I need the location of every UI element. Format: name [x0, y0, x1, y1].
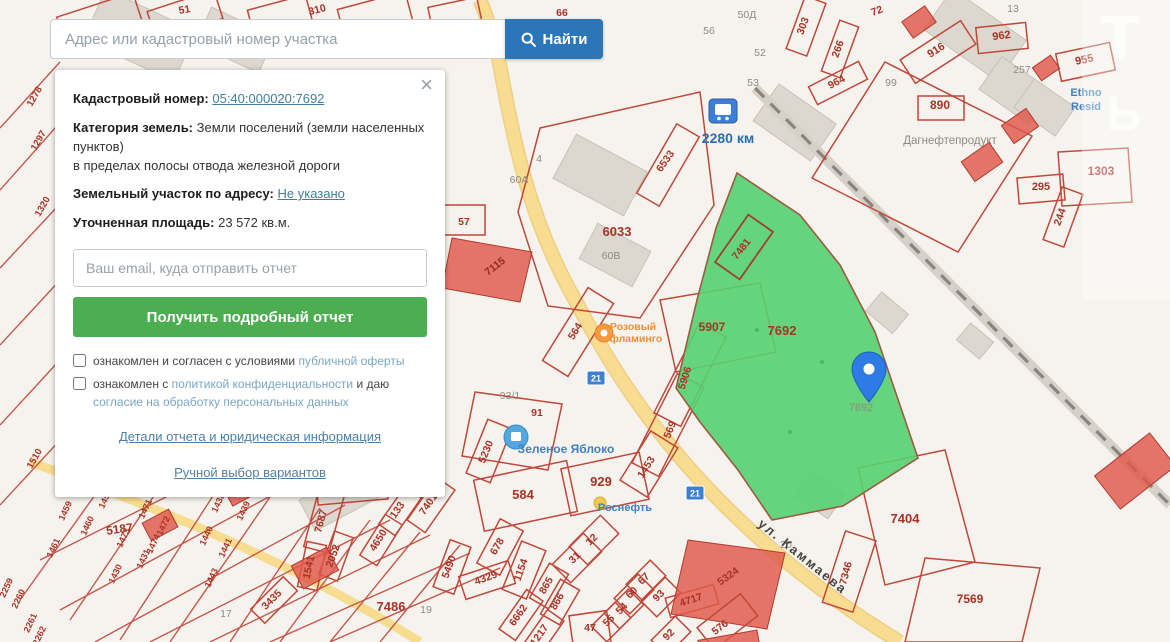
watermark: Т Ь — [1082, 0, 1170, 300]
route-shield-icon: 21 — [587, 371, 605, 385]
checkbox-inline-link[interactable]: политикой конфиденциальности — [172, 377, 353, 391]
address-label: Земельный участок по адресу: — [73, 186, 274, 201]
map-label-60А: 60А — [510, 174, 529, 186]
svg-text:21: 21 — [591, 374, 601, 384]
map-label-7692: 7692 — [768, 323, 797, 338]
map-label-фламинго: фламинго — [610, 333, 663, 345]
map-label-93/1: 93/1 — [500, 390, 521, 402]
offer-checkbox[interactable] — [73, 354, 86, 367]
map-label-7486: 7486 — [377, 599, 406, 614]
map-label-584: 584 — [512, 487, 534, 502]
checkbox-text: ознакомлен и согласен с условиями — [93, 354, 298, 368]
map-label-66: 66 — [556, 7, 568, 19]
map-label-47: 47 — [584, 622, 596, 634]
email-input[interactable] — [73, 249, 427, 287]
area-label: Уточненная площадь: — [73, 215, 214, 230]
map-label-91: 91 — [531, 407, 543, 419]
search-button-label: Найти — [543, 31, 588, 48]
offer-checkbox-row: ознакомлен и согласен с условиями публич… — [73, 352, 427, 370]
map-label-295: 295 — [1032, 181, 1050, 193]
map-label-890: 890 — [930, 98, 950, 112]
report-details-link[interactable]: Детали отчета и юридическая информация — [119, 429, 381, 444]
checkbox-text: ознакомлен с — [93, 377, 172, 391]
map-label-Дагнефтепродукт: Дагнефтепродукт — [903, 135, 997, 147]
search-button[interactable]: Найти — [505, 19, 603, 59]
report-details-row: Детали отчета и юридическая информация — [73, 428, 427, 447]
privacy-checkbox-row: ознакомлен с политикой конфиденциальност… — [73, 375, 427, 411]
area-row: Уточненная площадь: 23 572 кв.м. — [73, 214, 427, 233]
land-category-extra: в пределах полосы отвода железной дороги — [73, 158, 340, 173]
cadastral-number-label: Кадастровый номер: — [73, 91, 209, 106]
offer-checkbox-label: ознакомлен и согласен с условиями публич… — [93, 352, 404, 370]
svg-text:Т: Т — [1100, 2, 1139, 74]
svg-text:Ь: Ь — [1107, 88, 1142, 141]
map-label-19: 19 — [420, 604, 432, 616]
map-label-17: 17 — [220, 608, 232, 620]
route-shield-icon: 21 — [686, 486, 704, 500]
map-label-7692: 7692 — [849, 402, 873, 414]
address-row: Земельный участок по адресу: Не указано — [73, 185, 427, 204]
land-category-row: Категория земель: Земли поселений (земли… — [73, 119, 427, 176]
privacy-checkbox[interactable] — [73, 377, 86, 390]
manual-select-row: Ручной выбор вариантов — [73, 464, 427, 483]
railway-icon — [709, 99, 737, 123]
checkbox-text: и даю — [353, 377, 389, 391]
cadastral-number-row: Кадастровый номер: 05:40:000020:7692 — [73, 90, 427, 109]
map-label-52: 52 — [754, 47, 766, 59]
close-icon[interactable]: × — [420, 74, 433, 96]
map-label-6033: 6033 — [603, 224, 632, 239]
map-label-50Д: 50Д — [738, 9, 757, 21]
map-label-Зеленое Яблоко: Зеленое Яблоко — [518, 442, 615, 456]
cadastral-number-link[interactable]: 05:40:000020:7692 — [212, 91, 324, 106]
cadastral-map-app: 513106650Д565253137230326696491699962955… — [0, 0, 1170, 642]
map-label-Розовый: Розовый — [610, 321, 656, 333]
map-label-962: 962 — [992, 29, 1012, 43]
map-label-60В: 60В — [602, 250, 621, 262]
search-input[interactable] — [50, 19, 505, 59]
map-label-57: 57 — [458, 216, 470, 228]
map-label-53: 53 — [747, 77, 759, 89]
map-label-51: 51 — [178, 3, 192, 17]
map-label-Роснефть: Роснефть — [598, 502, 652, 514]
map-label-4: 4 — [536, 153, 542, 165]
checkbox-inline-link[interactable]: публичной оферты — [298, 354, 404, 368]
checkbox-inline-link[interactable]: согласие на обработку персональных данны… — [93, 395, 349, 409]
land-category-label: Категория земель: — [73, 120, 193, 135]
map-label-929: 929 — [590, 474, 612, 489]
manual-select-link[interactable]: Ручной выбор вариантов — [174, 465, 326, 480]
parcel-info-panel: × Кадастровый номер: 05:40:000020:7692 К… — [55, 70, 445, 497]
map-label-13: 13 — [1007, 3, 1019, 15]
map-label-257: 257 — [1013, 64, 1031, 76]
map-label-2280 км: 2280 км — [702, 130, 754, 146]
map-label-7569: 7569 — [957, 592, 984, 606]
privacy-checkbox-label: ознакомлен с политикой конфиденциальност… — [93, 375, 427, 411]
address-link[interactable]: Не указано — [277, 186, 344, 201]
search-bar: Найти — [50, 19, 603, 59]
map-label-5907: 5907 — [699, 320, 726, 334]
map-label-7404: 7404 — [891, 511, 921, 526]
svg-text:21: 21 — [690, 489, 700, 499]
map-label-99: 99 — [885, 77, 897, 89]
get-report-button[interactable]: Получить подробный отчет — [73, 297, 427, 337]
area-value: 23 572 кв.м. — [218, 215, 290, 230]
map-label-56: 56 — [703, 25, 715, 37]
search-icon — [521, 32, 536, 47]
